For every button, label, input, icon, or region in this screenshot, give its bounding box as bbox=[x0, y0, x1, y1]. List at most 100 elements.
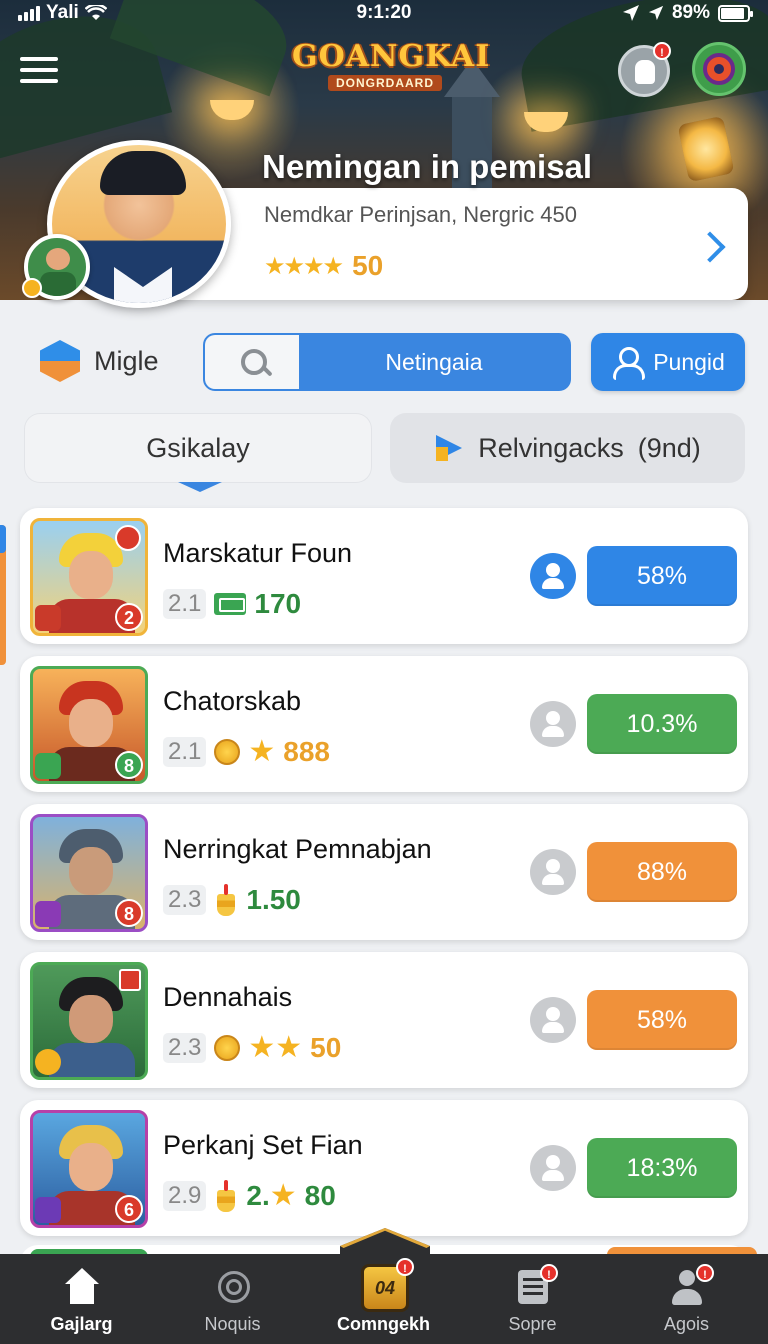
notification-badge: ! bbox=[696, 1264, 714, 1282]
mode-label: Migle bbox=[94, 345, 159, 376]
player-stats: 2.3 ★★ 50 bbox=[163, 1032, 341, 1064]
search-input[interactable]: Netingaia bbox=[299, 335, 569, 389]
coin-icon bbox=[22, 278, 42, 298]
chevron-right-icon[interactable] bbox=[695, 228, 725, 268]
player-stats: 2.3 1.50 bbox=[163, 884, 301, 916]
list-item[interactable]: 2 Marskatur Foun 2.1 170 58% bbox=[20, 508, 748, 644]
percent-button[interactable]: 58% bbox=[587, 546, 737, 606]
star-icon: ★ bbox=[248, 735, 276, 768]
player-name: Dennahais bbox=[163, 982, 293, 1012]
coin-icon bbox=[214, 739, 241, 765]
search-icon[interactable] bbox=[205, 335, 299, 389]
mode-selector[interactable]: Migle bbox=[40, 340, 159, 382]
ticket-icon bbox=[214, 593, 247, 615]
player-name: Nerringkat Pemnabjan bbox=[163, 834, 432, 864]
status-bar: Yali 9:1:20 89% bbox=[0, 0, 768, 28]
percent-button[interactable]: 18:3% bbox=[587, 1138, 737, 1198]
location-icon bbox=[622, 5, 639, 21]
tab-secondary[interactable]: Relvingacks (9nd) bbox=[390, 413, 745, 483]
player-stats: 2.9 2. ★ 80 bbox=[163, 1180, 336, 1212]
player-name: Perkanj Set Fian bbox=[163, 1130, 363, 1160]
percent-button[interactable]: 10.3% bbox=[587, 694, 737, 754]
profile-rating-value: 50 bbox=[352, 250, 384, 281]
hamburger-menu-icon[interactable] bbox=[20, 57, 58, 83]
game-logo: GOANGKAI DONGRDAARD bbox=[292, 39, 491, 96]
cake-icon bbox=[214, 884, 238, 916]
score-value: 888 bbox=[283, 736, 330, 767]
center-tab-button[interactable]: 04 ! bbox=[340, 1228, 430, 1312]
player-name: Chatorskab bbox=[163, 686, 302, 716]
level-badge: 8 bbox=[115, 751, 143, 779]
character-thumbnail: 8 bbox=[30, 814, 148, 932]
lantern-decoration bbox=[677, 115, 735, 183]
star-icon: ★ bbox=[269, 1179, 297, 1212]
character-badge-icon bbox=[119, 969, 141, 991]
notification-badge: ! bbox=[396, 1258, 414, 1276]
nav-item-profile[interactable]: ! Agois bbox=[610, 1254, 763, 1344]
coin-icon bbox=[214, 1035, 241, 1061]
character-thumbnail: 2 bbox=[30, 518, 148, 636]
list-item[interactable]: 8 Nerringkat Pemnabjan 2.3 1.50 88% bbox=[20, 804, 748, 940]
active-tab-indicator bbox=[178, 482, 222, 492]
profile-subtitle: Nemdkar Perinjsan, Nergric 450 bbox=[264, 202, 578, 227]
user-icon[interactable] bbox=[530, 1145, 576, 1191]
notification-badge: ! bbox=[653, 42, 671, 60]
list-item[interactable]: 8 Chatorskab 2.1 ★ 888 10.3% bbox=[20, 656, 748, 792]
target-button[interactable] bbox=[692, 42, 746, 96]
score-prefix: 2. bbox=[246, 1180, 270, 1211]
rank-value: 2.1 bbox=[163, 737, 207, 767]
user-icon[interactable] bbox=[530, 701, 576, 747]
player-name: Marskatur Foun bbox=[163, 538, 353, 568]
nav-label: Noquis bbox=[204, 1314, 261, 1334]
home-icon bbox=[63, 1268, 101, 1308]
list-item[interactable]: 6 Perkanj Set Fian 2.9 2. ★ 80 18:3% bbox=[20, 1100, 748, 1236]
hexagon-icon bbox=[40, 340, 80, 382]
search-bar[interactable]: Netingaia bbox=[203, 333, 571, 391]
user-icon[interactable] bbox=[530, 553, 576, 599]
nav-label: Comngekh bbox=[336, 1314, 430, 1334]
score-value: 1.50 bbox=[246, 884, 301, 915]
people-icon bbox=[611, 346, 646, 380]
tab-label: Relvingacks bbox=[478, 432, 624, 463]
tab-primary[interactable]: Gsikalay bbox=[24, 413, 372, 483]
people-button[interactable]: Pungid bbox=[591, 333, 745, 391]
player-stats: 2.1 ★ 888 bbox=[163, 736, 330, 768]
score-value: 80 bbox=[304, 1180, 336, 1211]
score-value: 170 bbox=[254, 588, 302, 619]
star-icon: ★★ bbox=[248, 1031, 303, 1064]
battery-percent: 89% bbox=[671, 2, 710, 23]
people-button-label: Pungid bbox=[653, 348, 725, 375]
nav-label: Agois bbox=[663, 1314, 710, 1334]
target-icon bbox=[703, 53, 735, 85]
play-flag-icon bbox=[434, 435, 464, 461]
lamp-decoration bbox=[210, 100, 254, 120]
star-icon: ★★★★ bbox=[264, 252, 344, 280]
level-badge: 6 bbox=[115, 1195, 143, 1223]
rank-value: 2.3 bbox=[163, 885, 207, 915]
list-item[interactable]: Dennahais 2.3 ★★ 50 58% bbox=[20, 952, 748, 1088]
character-thumbnail bbox=[30, 962, 148, 1080]
nav-label: Sopre bbox=[508, 1314, 557, 1334]
logo-subtitle: DONGRDAARD bbox=[328, 75, 442, 91]
nav-item-home[interactable]: Gajlarg bbox=[5, 1254, 158, 1344]
nav-label: Gajlarg bbox=[50, 1314, 113, 1334]
level-badge: 8 bbox=[115, 899, 143, 927]
character-thumbnail: 8 bbox=[30, 666, 148, 784]
scroll-edge-indicator bbox=[0, 525, 6, 553]
profile-rating: ★★★★ 50 bbox=[264, 250, 383, 282]
nav-item-search[interactable]: Noquis bbox=[156, 1254, 309, 1344]
rank-value: 2.1 bbox=[163, 589, 207, 619]
notifications-button[interactable]: ! bbox=[618, 42, 671, 97]
battery-icon bbox=[718, 4, 753, 22]
tab-count: (9nd) bbox=[637, 432, 701, 463]
user-icon[interactable] bbox=[530, 849, 576, 895]
rank-value: 2.9 bbox=[163, 1181, 207, 1211]
nav-item-store[interactable]: ! Sopre bbox=[456, 1254, 609, 1344]
notification-badge: ! bbox=[540, 1264, 558, 1282]
user-icon[interactable] bbox=[530, 997, 576, 1043]
score-value: 50 bbox=[310, 1032, 342, 1063]
player-stats: 2.1 170 bbox=[163, 588, 301, 620]
logo-title: GOANGKAI bbox=[292, 39, 491, 74]
percent-button[interactable]: 58% bbox=[587, 990, 737, 1050]
percent-button[interactable]: 88% bbox=[587, 842, 737, 902]
